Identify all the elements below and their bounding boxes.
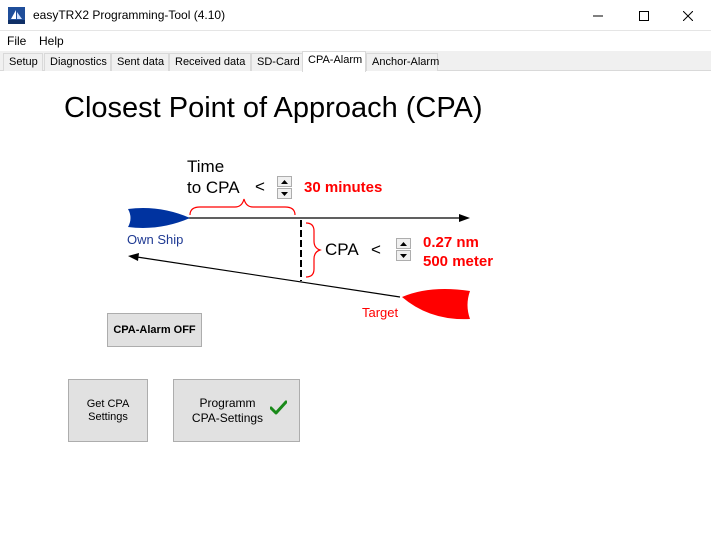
tab-sd-card[interactable]: SD-Card <box>251 53 303 71</box>
own-ship-label: Own Ship <box>127 232 184 247</box>
tab-sent-data[interactable]: Sent data <box>111 53 169 71</box>
maximize-button[interactable] <box>621 0 667 31</box>
time-up-button[interactable] <box>277 176 292 187</box>
arrow-up-icon <box>281 179 288 184</box>
cpa-alarm-toggle-label: CPA-Alarm OFF <box>113 324 196 336</box>
program-cpa-settings-button[interactable]: Programm CPA-Settings <box>173 379 300 442</box>
cpa-label: CPA <box>325 240 359 259</box>
menu-help[interactable]: Help <box>39 34 64 48</box>
cpa-down-button[interactable] <box>396 250 411 261</box>
tab-setup[interactable]: Setup <box>3 53 43 71</box>
program-cpa-settings-label-line2: CPA-Settings <box>191 410 264 425</box>
cpa-brace <box>305 222 322 278</box>
own-ship-course-arrow <box>185 214 470 222</box>
target-ship-icon <box>402 289 470 320</box>
menu-bar: File Help <box>0 31 711 51</box>
close-icon <box>683 10 693 21</box>
get-cpa-settings-label-line1: Get CPA <box>86 397 130 410</box>
arrow-up-icon <box>400 241 407 246</box>
menu-file[interactable]: File <box>7 34 26 48</box>
own-ship-icon <box>128 208 190 228</box>
arrow-down-icon <box>400 253 407 258</box>
tab-anchor-alarm[interactable]: Anchor-Alarm <box>366 53 439 71</box>
tab-received-data[interactable]: Received data <box>169 53 251 71</box>
time-spinner <box>277 176 292 200</box>
target-course-arrow <box>128 253 401 298</box>
program-cpa-settings-label-line1: Programm <box>199 395 256 410</box>
maximize-icon <box>639 10 649 21</box>
tab-cpa-alarm[interactable]: CPA-Alarm <box>302 51 366 72</box>
cpa-spinner <box>396 238 411 262</box>
time-brace <box>189 198 296 216</box>
get-cpa-settings-label-line2: Settings <box>88 410 128 423</box>
get-cpa-settings-button[interactable]: Get CPA Settings <box>68 379 148 442</box>
cpa-value-nm: 0.27 nm <box>423 234 479 251</box>
time-value: 30 minutes <box>304 179 383 196</box>
close-button[interactable] <box>665 0 711 31</box>
time-label-line2: to CPA <box>187 178 240 197</box>
minimize-icon <box>593 15 603 16</box>
checkmark-icon <box>270 400 287 415</box>
time-label-line1: Time <box>187 157 225 176</box>
target-label: Target <box>362 305 399 320</box>
trx-app-icon <box>8 7 25 24</box>
cpa-value-meter: 500 meter <box>423 253 494 270</box>
cpa-alarm-panel: Closest Point of Approach (CPA) Own Ship… <box>0 71 711 544</box>
title-bar: easyTRX2 Programming-Tool (4.10) <box>0 0 711 31</box>
arrow-down-icon <box>281 191 288 196</box>
time-operator: < <box>255 177 265 196</box>
tab-diagnostics[interactable]: Diagnostics <box>44 53 111 71</box>
cpa-diagram <box>128 198 470 320</box>
tab-strip: Setup Diagnostics Sent data Received dat… <box>0 51 711 72</box>
window-title: easyTRX2 Programming-Tool (4.10) <box>33 8 226 22</box>
time-down-button[interactable] <box>277 188 292 199</box>
cpa-operator: < <box>371 240 381 259</box>
minimize-button[interactable] <box>575 0 621 31</box>
cpa-up-button[interactable] <box>396 238 411 249</box>
cpa-alarm-toggle-button[interactable]: CPA-Alarm OFF <box>107 313 202 347</box>
